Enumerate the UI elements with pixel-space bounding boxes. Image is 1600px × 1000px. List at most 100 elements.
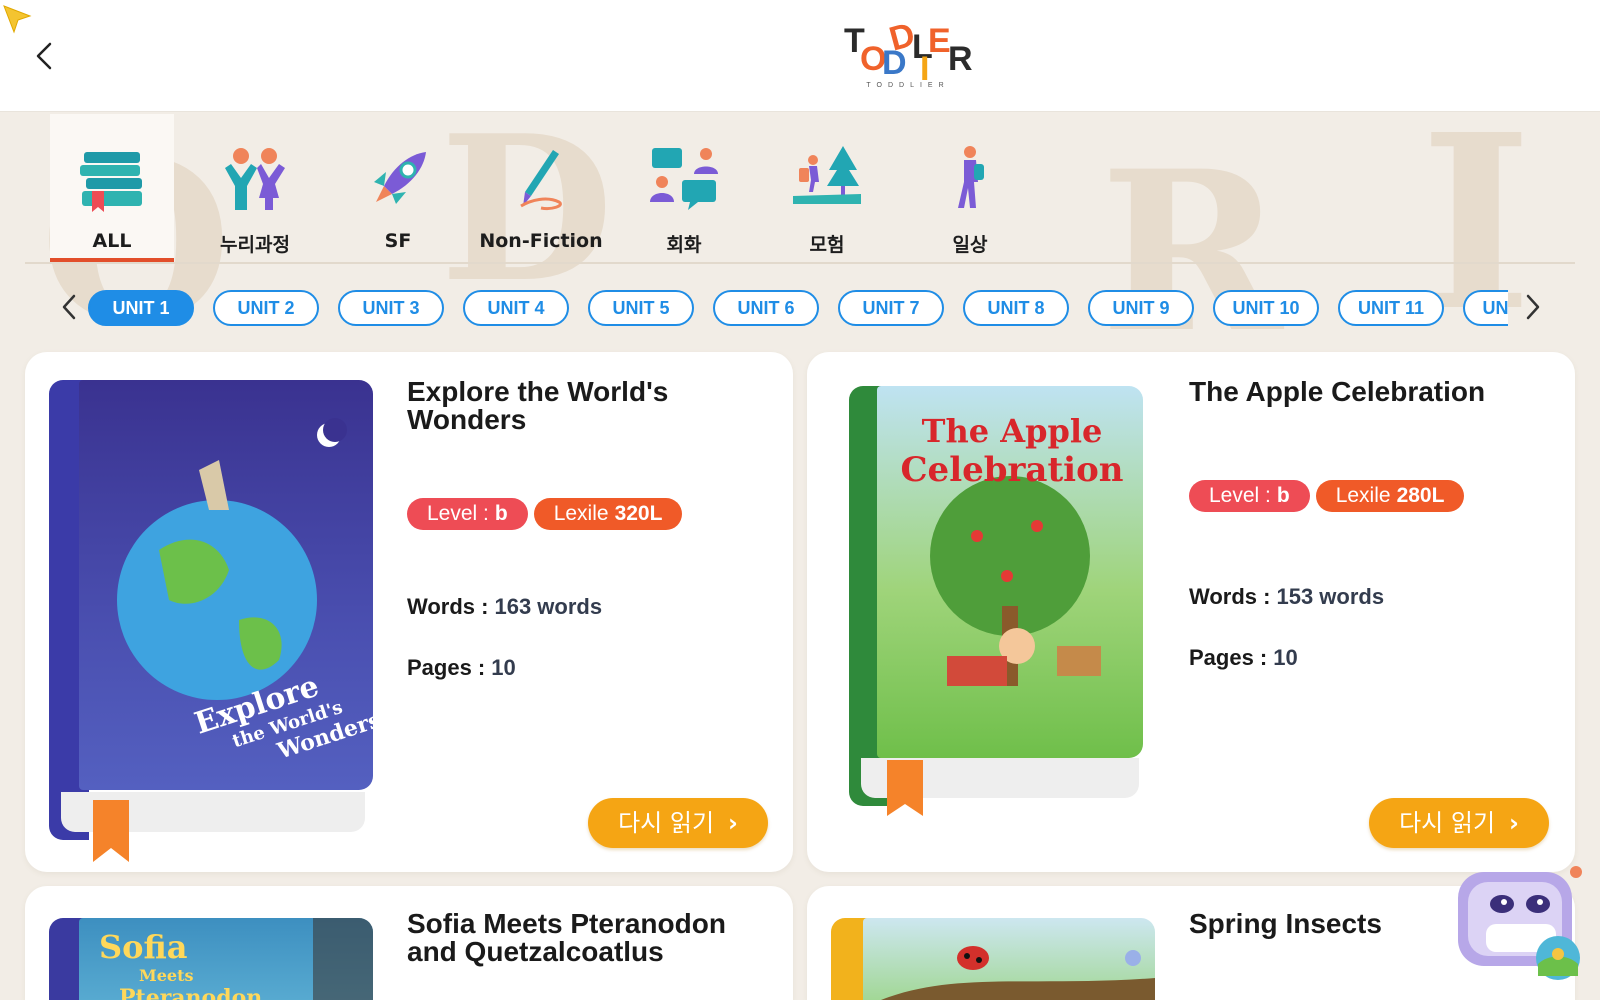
lexile-label: Lexile xyxy=(553,502,609,525)
category-tabs: ALL 누리과정 SF Non-Fiction 회화 모험 일상 xyxy=(25,114,1575,264)
reread-button[interactable]: 다시 읽기 › xyxy=(1369,798,1549,848)
words-label: Words : xyxy=(1189,584,1271,609)
unit-next-button[interactable] xyxy=(1518,290,1546,324)
back-button[interactable] xyxy=(28,36,64,76)
lexile-badge: Lexile 320L xyxy=(533,498,683,530)
book-cover[interactable]: Sofia Meets Pteranodon xyxy=(49,918,373,1000)
book-cover[interactable]: Explore the World's Wonders xyxy=(49,380,373,862)
chevron-right-icon xyxy=(1526,294,1540,320)
level-value: b xyxy=(1276,484,1290,507)
unit-pill[interactable]: UNIT 5 xyxy=(588,290,694,326)
books-icon xyxy=(80,152,142,212)
unit-selector: UNIT 1 UNIT 2 UNIT 3 UNIT 4 UNIT 5 UNIT … xyxy=(56,286,1546,330)
robot-icon xyxy=(1458,866,1582,980)
unit-pill[interactable]: UNIT 1 xyxy=(88,290,194,326)
tab-label: 회화 xyxy=(666,234,702,256)
logo-subtitle: TODDLIER xyxy=(866,82,950,89)
cover-title-line: The Apple xyxy=(921,412,1103,450)
pages-label: Pages : xyxy=(407,655,486,680)
book-cover[interactable] xyxy=(831,918,1155,1000)
tab-label: Non-Fiction xyxy=(479,230,603,252)
children-icon xyxy=(225,148,285,210)
bookmark-ribbon-icon xyxy=(887,760,923,816)
book-title: The Apple Celebration xyxy=(1189,376,1486,407)
book-cover[interactable]: The Apple Celebration xyxy=(849,386,1145,816)
unit-pill[interactable]: UNIT 9 xyxy=(1088,290,1194,326)
book-badges: Level : b Lexile 280L xyxy=(1189,480,1470,512)
logo-letters: T O D D L I E R xyxy=(842,15,974,88)
reread-label: 다시 읽기 xyxy=(618,809,715,837)
unit-pill[interactable]: UNIT 11 xyxy=(1338,290,1444,326)
words-value: 163 words xyxy=(494,594,603,619)
pages-value: 10 xyxy=(1273,645,1298,670)
unit-pill[interactable]: UNIT 8 xyxy=(963,290,1069,326)
page-count: Pages :10 xyxy=(407,655,516,681)
chevron-right-icon: › xyxy=(728,809,738,837)
tab-label: 모험 xyxy=(809,234,845,256)
unit-pill[interactable]: UNIT 4 xyxy=(463,290,569,326)
conversation-icon xyxy=(650,148,718,210)
top-bar: T O D D L I E R TODDLIER xyxy=(0,0,1600,112)
book-card[interactable]: The Apple Celebration The Apple Celebrat… xyxy=(807,352,1575,872)
tab-nuri[interactable]: 누리과정 xyxy=(193,114,317,262)
unit-pill[interactable]: UNIT 6 xyxy=(713,290,819,326)
book-badges: Level : b Lexile 320L xyxy=(407,498,688,530)
pages-label: Pages : xyxy=(1189,645,1268,670)
book-title: Sofia Meets Pteranodon and Quetzalcoatlu… xyxy=(407,908,726,967)
word-count: Words :163 words xyxy=(407,594,602,620)
robot-assistant-button[interactable] xyxy=(1456,864,1586,984)
tab-sf[interactable]: SF xyxy=(336,114,460,262)
chevron-left-icon xyxy=(36,42,52,70)
level-badge: Level :b xyxy=(1189,480,1310,512)
hiking-icon xyxy=(793,146,861,204)
reread-label: 다시 읽기 xyxy=(1399,809,1496,837)
rocket-icon xyxy=(374,152,426,204)
cursor-pointer-icon xyxy=(3,5,32,34)
book-card[interactable]: Sofia Meets Pteranodon Sofia Meets Ptera… xyxy=(25,886,793,1000)
logo-letter: R xyxy=(948,40,973,78)
book-title: Explore the World's Wonders xyxy=(407,376,669,435)
tab-daily-life[interactable]: 일상 xyxy=(908,114,1032,262)
unit-pill-list: UNIT 1 UNIT 2 UNIT 3 UNIT 4 UNIT 5 UNIT … xyxy=(88,286,1508,330)
book-card[interactable]: Explore the World's Wonders Explore the … xyxy=(25,352,793,872)
tab-non-fiction[interactable]: Non-Fiction xyxy=(479,114,603,262)
chevron-left-icon xyxy=(62,294,76,320)
cover-illustration xyxy=(881,946,1155,1000)
tab-all[interactable]: ALL xyxy=(50,114,174,262)
toddlier-logo: T O D D L I E R TODDLIER xyxy=(842,15,974,96)
cover-title-line: Celebration xyxy=(900,450,1124,490)
level-label: Level : xyxy=(427,502,489,525)
pages-value: 10 xyxy=(491,655,516,680)
tab-label: SF xyxy=(384,230,412,252)
tab-label: ALL xyxy=(92,230,132,252)
level-label: Level : xyxy=(1209,484,1271,507)
level-value: b xyxy=(494,502,508,525)
walking-person-icon xyxy=(958,146,984,208)
tab-adventure[interactable]: 모험 xyxy=(765,114,889,262)
unit-pill[interactable]: UNIT 12 xyxy=(1463,290,1508,326)
unit-pill[interactable]: UNIT 7 xyxy=(838,290,944,326)
pen-icon xyxy=(520,150,562,210)
bookmark-ribbon-icon xyxy=(93,800,129,862)
lexile-label: Lexile xyxy=(1335,484,1391,507)
tab-label: 일상 xyxy=(952,234,988,256)
unit-prev-button[interactable] xyxy=(56,290,84,324)
word-count: Words :153 words xyxy=(1189,584,1384,610)
unit-pill[interactable]: UNIT 3 xyxy=(338,290,444,326)
tab-conversation[interactable]: 회화 xyxy=(622,114,746,262)
cover-title-line: Meets xyxy=(139,966,194,985)
chevron-right-icon: › xyxy=(1509,809,1519,837)
cover-title-line: Pteranodon xyxy=(119,985,263,1000)
lexile-badge: Lexile 280L xyxy=(1315,480,1465,512)
words-label: Words : xyxy=(407,594,489,619)
lexile-value: 320L xyxy=(614,502,663,525)
level-badge: Level :b xyxy=(407,498,528,530)
lexile-value: 280L xyxy=(1396,484,1445,507)
tab-label: 누리과정 xyxy=(220,234,290,256)
unit-pill[interactable]: UNIT 10 xyxy=(1213,290,1319,326)
unit-pill[interactable]: UNIT 2 xyxy=(213,290,319,326)
words-value: 153 words xyxy=(1276,584,1385,609)
cover-title-line: Sofia xyxy=(99,928,188,966)
reread-button[interactable]: 다시 읽기 › xyxy=(588,798,768,848)
page-count: Pages :10 xyxy=(1189,645,1298,671)
